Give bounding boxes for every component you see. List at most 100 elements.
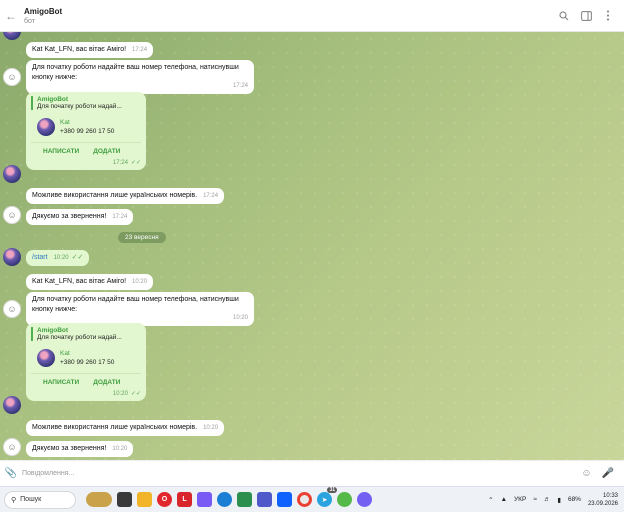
wifi-icon[interactable]: ≈ — [533, 496, 537, 503]
outgoing-start-command[interactable]: /start 10:20 ✓✓ — [26, 250, 90, 266]
message-time: 17:24 — [112, 214, 128, 220]
message-text: Для початку роботи надайте ваш номер тел… — [32, 296, 239, 313]
bot-message-thanks[interactable]: Дякуємо за звернення! 17:24 — [26, 209, 134, 225]
contact-name: Kat — [60, 350, 70, 357]
chat-title: AmigoBot — [24, 6, 63, 16]
chat-subtitle: бот — [24, 17, 35, 25]
emoji-icon[interactable]: ☺ — [581, 468, 591, 479]
bot-message-prompt[interactable]: Для початку роботи надайте ваш номер тел… — [26, 292, 254, 326]
read-checkmark-icon: ✓✓ — [71, 254, 84, 261]
task-view-icon[interactable] — [117, 492, 132, 507]
app-l-icon[interactable]: L — [177, 492, 192, 507]
contact-avatar — [37, 118, 55, 136]
bot-avatar[interactable]: ☺ — [3, 300, 21, 318]
pinwheel-app-icon[interactable] — [197, 492, 212, 507]
telegram-unread-badge: 31 — [327, 487, 337, 493]
message-input[interactable] — [22, 470, 582, 477]
microphone-icon[interactable]: 🎤 — [602, 468, 614, 479]
reply-preview[interactable]: AmigoBot Для початку роботи надай... — [31, 96, 141, 110]
read-checkmark-icon: ✓✓ — [130, 160, 141, 166]
sidebar-toggle-icon[interactable] — [580, 10, 592, 22]
chevron-up-icon[interactable]: ⌃ — [488, 496, 493, 504]
message-text: Kat Kat_LFN, вас вітає Аміго! — [32, 46, 127, 53]
teams-icon[interactable] — [257, 492, 272, 507]
message-time: 17:24 — [203, 193, 219, 199]
message-time: 17:24 — [132, 47, 148, 53]
contact-name: Kat — [60, 119, 70, 126]
reply-author: AmigoBot — [37, 96, 69, 103]
shared-contact[interactable]: Kat +380 99 260 17 50 — [31, 345, 141, 373]
contact-avatar — [37, 349, 55, 367]
taskbar-search[interactable]: ⚲ Пошук — [4, 490, 76, 509]
edge-icon[interactable] — [217, 492, 232, 507]
reply-preview[interactable]: AmigoBot Для початку роботи надай... — [31, 327, 141, 341]
message-time: 17:24 — [232, 83, 248, 89]
message-text: Можливе використання лише українських но… — [32, 192, 198, 199]
chat-header: ← AmigoBot бот — [0, 0, 624, 32]
bot-avatar[interactable]: ☺ — [3, 68, 21, 86]
message-composer: 📎 ☺ 🎤 — [0, 460, 624, 486]
search-icon[interactable] — [558, 10, 570, 22]
user-avatar[interactable] — [3, 396, 21, 414]
message-time: 10:20 — [132, 279, 148, 285]
message-text: Для початку роботи надайте ваш номер тел… — [32, 64, 239, 81]
bot-message-ua-only[interactable]: Можливе використання лише українських но… — [26, 188, 225, 204]
search-icon: ⚲ — [11, 496, 17, 504]
chat-title-block[interactable]: AmigoBot бот — [22, 7, 558, 25]
more-options-icon[interactable] — [602, 10, 614, 22]
message-time: 10:20 — [112, 391, 128, 397]
volume-icon[interactable]: ♬ — [544, 496, 551, 503]
start-command-link[interactable]: /start — [32, 254, 48, 261]
date-divider: 23 вересня — [118, 232, 166, 243]
message-text: Дякуємо за звернення! — [32, 445, 107, 452]
message-time: 10:20 — [112, 446, 128, 452]
file-explorer-icon[interactable] — [137, 492, 152, 507]
system-clock[interactable]: 10:33 23.09.2026 — [588, 492, 618, 508]
clock-date: 23.09.2026 — [587, 500, 618, 507]
user-avatar[interactable] — [3, 248, 21, 266]
message-text: Kat Kat_LFN, вас вітає Аміго! — [32, 278, 127, 285]
battery-icon[interactable]: ▮ — [557, 496, 561, 504]
attach-paperclip-icon[interactable]: 📎 — [0, 468, 22, 479]
user-avatar[interactable] — [3, 32, 21, 40]
outgoing-contact-card[interactable]: AmigoBot Для початку роботи надай... Kat… — [26, 323, 146, 401]
bot-message-greeting[interactable]: Kat Kat_LFN, вас вітає Аміго! 10:20 — [26, 274, 154, 290]
reply-author: AmigoBot — [37, 327, 69, 334]
contact-phone: +380 99 260 17 50 — [60, 359, 115, 366]
download-manager-icon[interactable] — [337, 492, 352, 507]
bot-message-prompt[interactable]: Для початку роботи надайте ваш номер тел… — [26, 60, 254, 94]
viber-icon[interactable] — [357, 492, 372, 507]
network-app-icon[interactable]: ▲ — [501, 496, 507, 503]
bot-avatar[interactable]: ☺ — [3, 206, 21, 224]
write-contact-button[interactable]: НАПИСАТИ — [43, 379, 79, 386]
chrome-icon[interactable] — [297, 492, 312, 507]
taskbar-search-label: Пошук — [20, 496, 42, 503]
chat-area[interactable]: Kat Kat_LFN, вас вітає Аміго! 17:24 ☺ Для… — [0, 32, 624, 460]
dropbox-icon[interactable] — [277, 492, 292, 507]
back-arrow-icon[interactable]: ← — [0, 0, 22, 32]
shared-contact[interactable]: Kat +380 99 260 17 50 — [31, 114, 141, 142]
user-avatar[interactable] — [3, 165, 21, 183]
windows-taskbar: ⚲ Пошук O L ➤ 31 ⌃ ▲ УКР ≈ ♬ ▮ 68% 10:33… — [0, 486, 624, 512]
message-text: Дякуємо за звернення! — [32, 213, 107, 220]
battery-percent: 68% — [567, 496, 581, 503]
bot-message-thanks[interactable]: Дякуємо за звернення! 10:20 — [26, 441, 134, 457]
outgoing-contact-card[interactable]: AmigoBot Для початку роботи надай... Kat… — [26, 92, 146, 170]
add-contact-button[interactable]: ДОДАТИ — [93, 379, 120, 386]
clock-time: 10:33 — [602, 492, 618, 499]
add-contact-button[interactable]: ДОДАТИ — [93, 148, 120, 155]
message-time: 17:24 — [112, 160, 128, 166]
bot-message-ua-only[interactable]: Можливе використання лише українських но… — [26, 420, 225, 436]
bot-avatar[interactable]: ☺ — [3, 438, 21, 456]
telegram-icon[interactable]: ➤ 31 — [317, 487, 337, 507]
bot-message-greeting[interactable]: Kat Kat_LFN, вас вітає Аміго! 17:24 — [26, 42, 154, 58]
store-icon[interactable] — [237, 492, 252, 507]
message-time: 10:20 — [203, 425, 219, 431]
contact-phone: +380 99 260 17 50 — [60, 128, 115, 135]
opera-icon[interactable]: O — [157, 492, 172, 507]
write-contact-button[interactable]: НАПИСАТИ — [43, 148, 79, 155]
read-checkmark-icon: ✓✓ — [130, 391, 141, 397]
language-indicator[interactable]: УКР — [514, 496, 526, 503]
weather-widget-icon[interactable] — [86, 492, 112, 507]
message-time: 10:20 — [53, 255, 69, 261]
